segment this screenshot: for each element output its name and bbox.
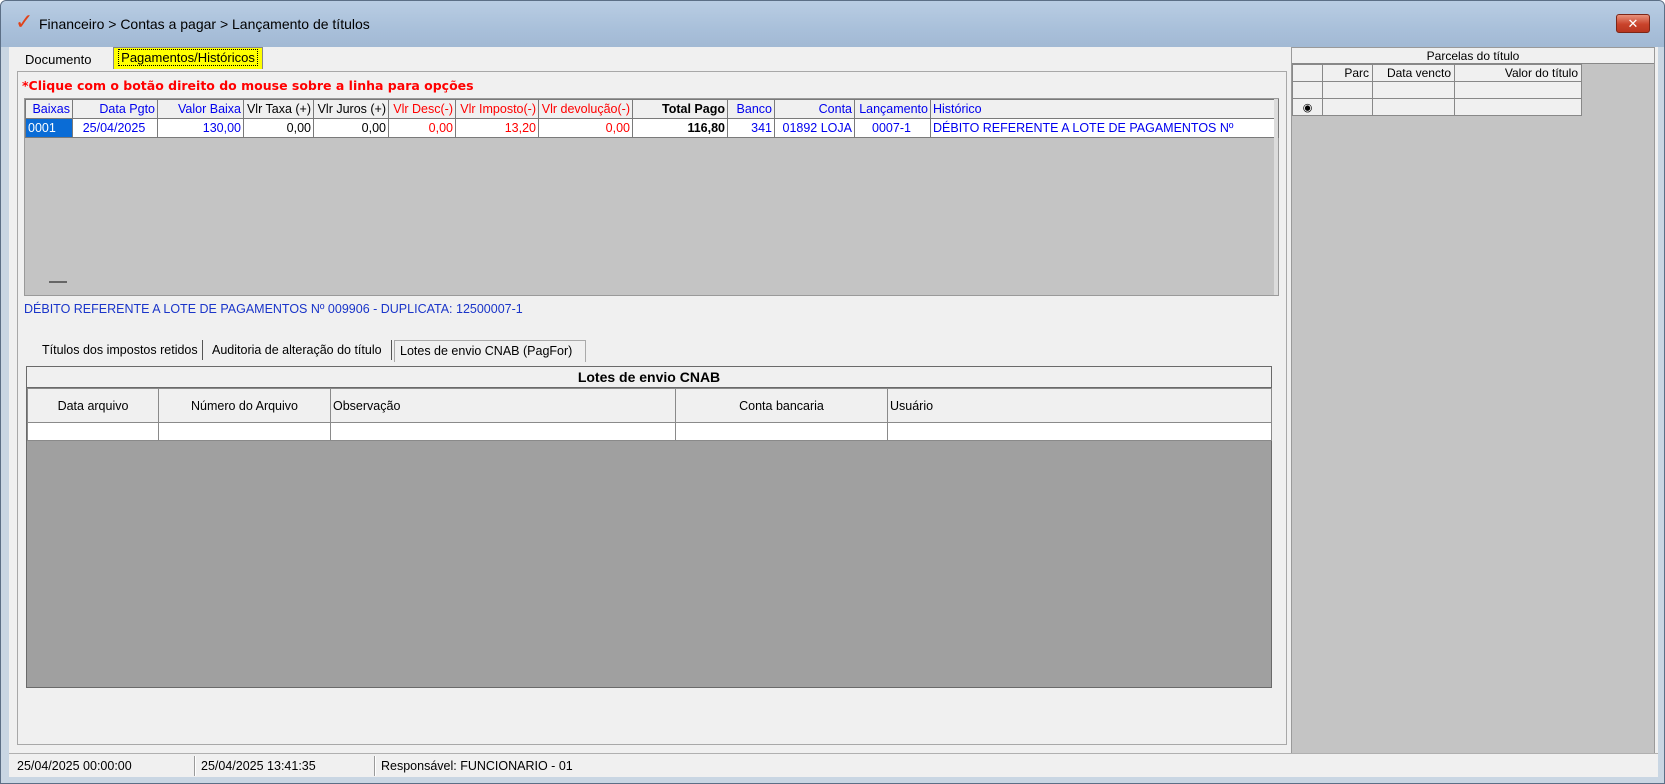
cell-banco[interactable]: 341 (727, 118, 775, 138)
status-responsavel: Responsável: FUNCIONARIO - 01 (381, 759, 573, 773)
cnab-cell[interactable] (675, 422, 888, 441)
col-parc[interactable]: Parc (1322, 64, 1373, 82)
parcelas-title: Parcelas do título (1292, 48, 1654, 64)
tab-titulos-impostos[interactable]: Títulos dos impostos retidos (42, 343, 198, 357)
tab-pagamentos-label: Pagamentos/Históricos (118, 49, 258, 66)
cell-conta[interactable]: 01892 LOJA (774, 118, 855, 138)
cnab-table[interactable]: Data arquivo Número do Arquivo Observaçã… (27, 388, 1272, 441)
tab-documento[interactable]: Documento (25, 52, 91, 67)
tab-separator (391, 340, 392, 360)
col-numero-arquivo[interactable]: Número do Arquivo (158, 388, 331, 423)
cell-vlr-devolucao[interactable]: 0,00 (538, 118, 633, 138)
cell-data-pgto[interactable]: 25/04/2025 (72, 118, 158, 138)
cell-baixas[interactable]: 0001 (25, 118, 73, 138)
client-area: Documento Pagamentos/Históricos *Clique … (9, 47, 1658, 777)
cnab-cell[interactable] (27, 422, 159, 441)
status-bar: 25/04/2025 00:00:00 25/04/2025 13:41:35 … (9, 753, 1658, 777)
grid-splitter-handle[interactable] (49, 281, 67, 283)
parcelas-cell[interactable] (1322, 81, 1373, 99)
status-separator (194, 756, 196, 776)
col-lancamento[interactable]: Lançamento (854, 99, 931, 119)
col-conta[interactable]: Conta (774, 99, 855, 119)
parcelas-cell[interactable] (1372, 81, 1455, 99)
status-created: 25/04/2025 00:00:00 (17, 759, 132, 773)
col-vlr-taxa[interactable]: Vlr Taxa (+) (243, 99, 314, 119)
cell-vlr-juros[interactable]: 0,00 (313, 118, 389, 138)
parcelas-header-row: Parc Data vencto Valor do título (1292, 64, 1582, 82)
parcelas-cell[interactable] (1454, 81, 1582, 99)
cell-historico[interactable]: DÉBITO REFERENTE A LOTE DE PAGAMENTOS Nº (930, 118, 1279, 138)
app-window: ✓ Financeiro > Contas a pagar > Lançamen… (0, 0, 1665, 784)
app-logo-icon: ✓ (15, 10, 34, 35)
col-valor-titulo[interactable]: Valor do título (1454, 64, 1582, 82)
payments-grid[interactable]: Baixas Data Pgto Valor Baixa Vlr Taxa (+… (24, 98, 1279, 296)
table-row[interactable]: 0001 25/04/2025 130,00 0,00 0,00 0,00 13… (25, 118, 1279, 138)
col-banco[interactable]: Banco (727, 99, 775, 119)
col-historico[interactable]: Histórico (930, 99, 1279, 119)
col-usuario[interactable]: Usuário (887, 388, 1272, 423)
cnab-cell[interactable] (887, 422, 1272, 441)
title-bar[interactable]: ✓ Financeiro > Contas a pagar > Lançamen… (1, 1, 1664, 47)
parcelas-cell[interactable] (1292, 81, 1323, 99)
right-click-hint: *Clique com o botão direito do mouse sob… (22, 78, 474, 93)
cnab-panel: Lotes de envio CNAB Data arquivo Número … (26, 366, 1272, 688)
cnab-empty-row[interactable] (27, 422, 1272, 441)
col-vlr-imposto[interactable]: Vlr Imposto(-) (455, 99, 539, 119)
parcelas-cell[interactable] (1372, 98, 1455, 116)
cell-vlr-desc[interactable]: 0,00 (388, 118, 456, 138)
cell-vlr-imposto[interactable]: 13,20 (455, 118, 539, 138)
cnab-cell[interactable] (158, 422, 331, 441)
cnab-header-row: Data arquivo Número do Arquivo Observaçã… (27, 388, 1272, 423)
parcelas-table[interactable]: Parc Data vencto Valor do título ◉ (1292, 64, 1582, 116)
cnab-title: Lotes de envio CNAB (27, 367, 1271, 388)
parcelas-row[interactable] (1292, 81, 1582, 99)
historico-detail: DÉBITO REFERENTE A LOTE DE PAGAMENTOS Nº… (24, 302, 523, 316)
col-valor-baixa[interactable]: Valor Baixa (157, 99, 244, 119)
cell-vlr-taxa[interactable]: 0,00 (243, 118, 314, 138)
window-title: Financeiro > Contas a pagar > Lançamento… (39, 16, 370, 32)
grid-scrollbar[interactable] (1274, 99, 1278, 295)
col-row-indicator (1292, 64, 1323, 82)
tab-lotes-cnab-active[interactable]: Lotes de envio CNAB (PagFor) (394, 340, 586, 362)
col-vlr-desc[interactable]: Vlr Desc(-) (388, 99, 456, 119)
status-updated: 25/04/2025 13:41:35 (201, 759, 316, 773)
status-separator (374, 756, 376, 776)
col-data-pgto[interactable]: Data Pgto (72, 99, 158, 119)
parcelas-cell[interactable] (1322, 98, 1373, 116)
cell-lancamento[interactable]: 0007-1 (854, 118, 931, 138)
parcelas-panel: Parcelas do título Parc Data vencto Valo… (1291, 47, 1655, 755)
parcelas-row[interactable]: ◉ (1292, 98, 1582, 116)
parcelas-cell[interactable] (1454, 98, 1582, 116)
cell-valor-baixa[interactable]: 130,00 (157, 118, 244, 138)
close-button[interactable]: ✕ (1616, 14, 1650, 33)
tab-lotes-cnab-label: Lotes de envio CNAB (PagFor) (400, 344, 573, 358)
cnab-cell[interactable] (330, 422, 676, 441)
col-vlr-juros[interactable]: Vlr Juros (+) (313, 99, 389, 119)
record-marker-icon: ◉ (1292, 98, 1323, 116)
col-conta-bancaria[interactable]: Conta bancaria (675, 388, 888, 423)
col-data-vencto[interactable]: Data vencto (1372, 64, 1455, 82)
cell-total-pago[interactable]: 116,80 (632, 118, 728, 138)
payments-table: Baixas Data Pgto Valor Baixa Vlr Taxa (+… (25, 99, 1279, 138)
payments-header-row: Baixas Data Pgto Valor Baixa Vlr Taxa (+… (25, 99, 1279, 119)
col-vlr-devolucao[interactable]: Vlr devolução(-) (538, 99, 633, 119)
tab-separator (202, 340, 203, 360)
col-data-arquivo[interactable]: Data arquivo (27, 388, 159, 423)
payments-panel: *Clique com o botão direito do mouse sob… (17, 71, 1287, 745)
tab-auditoria[interactable]: Auditoria de alteração do título (212, 343, 382, 357)
col-observacao[interactable]: Observação (330, 388, 676, 423)
tab-pagamentos-historicos[interactable]: Pagamentos/Históricos (113, 47, 263, 69)
col-total-pago[interactable]: Total Pago (632, 99, 728, 119)
col-baixas[interactable]: Baixas (25, 99, 73, 119)
